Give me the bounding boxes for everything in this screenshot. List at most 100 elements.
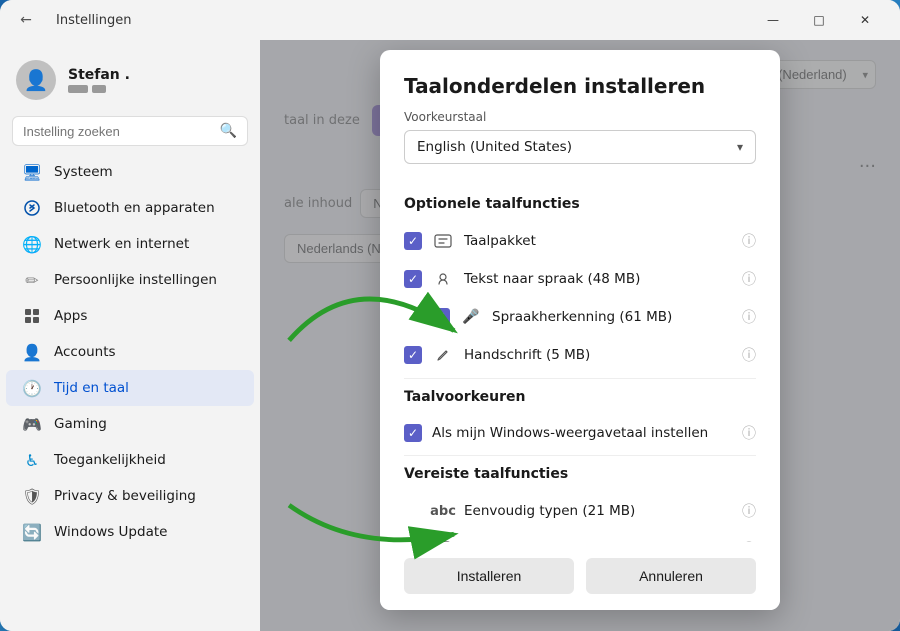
apps-icon bbox=[22, 306, 42, 326]
check-item-spraakherkenning: ✓ 🎤 Spraakherkenning (61 MB) ⓘ bbox=[404, 298, 756, 336]
spraakherkenning-info[interactable]: ⓘ bbox=[742, 307, 756, 327]
modal-title: Taalonderdelen installeren bbox=[404, 74, 756, 98]
handschrift-info[interactable]: ⓘ bbox=[742, 345, 756, 365]
typen-label: Eenvoudig typen (21 MB) bbox=[464, 503, 732, 519]
voorkeurstaal-select[interactable]: English (United States) ▾ bbox=[404, 130, 756, 164]
checkbox-handschrift[interactable]: ✓ bbox=[404, 346, 422, 364]
spraak-label: Tekst naar spraak (48 MB) bbox=[464, 271, 732, 287]
sidebar-item-bluetooth[interactable]: Bluetooth en apparaten bbox=[6, 190, 254, 226]
user-section: 👤 Stefan . bbox=[0, 48, 260, 116]
privacy-icon: 🛡 bbox=[22, 486, 42, 506]
close-button[interactable]: ✕ bbox=[842, 4, 888, 36]
sidebar-item-label: Bluetooth en apparaten bbox=[54, 200, 215, 216]
divider-2 bbox=[404, 455, 756, 456]
main-content: 👤 Stefan . 🔍 🖥 Systeem bbox=[0, 40, 900, 631]
taalpakket-label: Taalpakket bbox=[464, 233, 732, 249]
install-button[interactable]: Installeren bbox=[404, 558, 574, 594]
spraakherkenning-icon: 🎤 bbox=[460, 306, 482, 328]
voorkeurstaal-value: English (United States) bbox=[417, 139, 737, 155]
checkbox-weergavetaal[interactable]: ✓ bbox=[404, 424, 422, 442]
maximize-button[interactable]: □ bbox=[796, 4, 842, 36]
netwerk-icon: 🌐 bbox=[22, 234, 42, 254]
sidebar-item-label: Systeem bbox=[54, 164, 113, 180]
titlebar-nav: ← Instellingen bbox=[12, 6, 132, 34]
check-item-spraak: ✓ Tekst naar spraak (48 MB) ⓘ bbox=[404, 260, 756, 298]
sidebar-item-label: Gaming bbox=[54, 416, 107, 432]
back-button[interactable]: ← bbox=[12, 6, 40, 34]
user-dot-1 bbox=[68, 85, 88, 93]
window-controls: — □ ✕ bbox=[750, 4, 888, 36]
spraak-info[interactable]: ⓘ bbox=[742, 269, 756, 289]
divider-1 bbox=[404, 378, 756, 379]
sidebar-item-label: Accounts bbox=[54, 344, 116, 360]
sidebar-item-label: Netwerk en internet bbox=[54, 236, 189, 252]
sidebar: 👤 Stefan . 🔍 🖥 Systeem bbox=[0, 40, 260, 631]
taalpakket-info[interactable]: ⓘ bbox=[742, 231, 756, 251]
sidebar-item-label: Persoonlijke instellingen bbox=[54, 272, 217, 288]
vereiste-title: Vereiste taalfuncties bbox=[404, 466, 756, 482]
spraak-icon bbox=[432, 268, 454, 290]
user-dot-2 bbox=[92, 85, 106, 93]
taalvoorkeuren-title: Taalvoorkeuren bbox=[404, 389, 756, 405]
spacer bbox=[404, 502, 422, 520]
sidebar-item-update[interactable]: 🔄 Windows Update bbox=[6, 514, 254, 550]
handschrift-icon bbox=[432, 344, 454, 366]
sidebar-item-systeem[interactable]: 🖥 Systeem bbox=[6, 154, 254, 190]
sidebar-item-netwerk[interactable]: 🌐 Netwerk en internet bbox=[6, 226, 254, 262]
check-item-handschrift: ✓ Handschrift (5 MB) ⓘ bbox=[404, 336, 756, 374]
modal-body: Optionele taalfuncties ✓ Taalpakket ⓘ bbox=[380, 196, 780, 542]
settings-window: ← Instellingen — □ ✕ 👤 Stefan . bbox=[0, 0, 900, 631]
sidebar-item-label: Tijd en taal bbox=[54, 380, 129, 396]
minimize-button[interactable]: — bbox=[750, 4, 796, 36]
accounts-icon: 👤 bbox=[22, 342, 42, 362]
systeem-icon: 🖥 bbox=[22, 162, 42, 182]
voorkeurstaal-label: Voorkeurstaal bbox=[404, 110, 756, 124]
weergavetaal-info[interactable]: ⓘ bbox=[742, 423, 756, 443]
modal-footer: Installeren Annuleren bbox=[380, 542, 780, 610]
modal-overlay: Taalonderdelen installeren Voorkeurstaal… bbox=[260, 40, 900, 631]
update-icon: 🔄 bbox=[22, 522, 42, 542]
checkbox-taalpakket[interactable]: ✓ bbox=[404, 232, 422, 250]
modal-header: Taalonderdelen installeren Voorkeurstaal… bbox=[380, 50, 780, 196]
right-content: Nederlands (Nederland) ▾ taal in deze Ee… bbox=[260, 40, 900, 631]
sidebar-item-persoonlijk[interactable]: ✏ Persoonlijke instellingen bbox=[6, 262, 254, 298]
search-box[interactable]: 🔍 bbox=[12, 116, 248, 146]
bluetooth-icon bbox=[22, 198, 42, 218]
sidebar-item-accounts[interactable]: 👤 Accounts bbox=[6, 334, 254, 370]
sidebar-item-label: Apps bbox=[54, 308, 87, 324]
sidebar-item-label: Windows Update bbox=[54, 524, 167, 540]
persoonlijk-icon: ✏ bbox=[22, 270, 42, 290]
tijd-icon: 🕐 bbox=[22, 378, 42, 398]
check-item-weergavetaal: ✓ Als mijn Windows-weergavetaal instelle… bbox=[404, 415, 756, 451]
sidebar-item-label: Toegankelijkheid bbox=[54, 452, 166, 468]
user-dots bbox=[68, 85, 130, 93]
taalpakket-icon bbox=[432, 230, 454, 252]
gaming-icon: 🎮 bbox=[22, 414, 42, 434]
weergavetaal-label: Als mijn Windows-weergavetaal instellen bbox=[432, 425, 732, 441]
cancel-button[interactable]: Annuleren bbox=[586, 558, 756, 594]
optionele-title: Optionele taalfuncties bbox=[404, 196, 756, 212]
modal-dialog: Taalonderdelen installeren Voorkeurstaal… bbox=[380, 50, 780, 610]
checkbox-spraakherkenning[interactable]: ✓ bbox=[432, 308, 450, 326]
search-input[interactable] bbox=[23, 124, 212, 139]
search-icon: 🔍 bbox=[220, 123, 237, 139]
checkbox-spraak[interactable]: ✓ bbox=[404, 270, 422, 288]
toegankelijkheid-icon: ♿ bbox=[22, 450, 42, 470]
sidebar-item-toegankelijkheid[interactable]: ♿ Toegankelijkheid bbox=[6, 442, 254, 478]
voorkeurstaal-arrow: ▾ bbox=[737, 140, 743, 154]
sidebar-item-apps[interactable]: Apps bbox=[6, 298, 254, 334]
user-name: Stefan . bbox=[68, 67, 130, 83]
sidebar-item-gaming[interactable]: 🎮 Gaming bbox=[6, 406, 254, 442]
sidebar-item-privacy[interactable]: 🛡 Privacy & beveiliging bbox=[6, 478, 254, 514]
typen-info[interactable]: ⓘ bbox=[742, 501, 756, 521]
sidebar-item-label: Privacy & beveiliging bbox=[54, 488, 196, 504]
sidebar-item-tijd[interactable]: 🕐 Tijd en taal bbox=[6, 370, 254, 406]
handschrift-label: Handschrift (5 MB) bbox=[464, 347, 732, 363]
spraakherkenning-label: Spraakherkenning (61 MB) bbox=[492, 309, 732, 325]
check-item-taalpakket: ✓ Taalpakket ⓘ bbox=[404, 222, 756, 260]
window-title: Instellingen bbox=[56, 13, 132, 28]
user-info: Stefan . bbox=[68, 67, 130, 93]
check-item-ocr: Optische tekenherkenning (1 MB) ⓘ bbox=[404, 530, 756, 542]
titlebar: ← Instellingen — □ ✕ bbox=[0, 0, 900, 40]
avatar: 👤 bbox=[16, 60, 56, 100]
